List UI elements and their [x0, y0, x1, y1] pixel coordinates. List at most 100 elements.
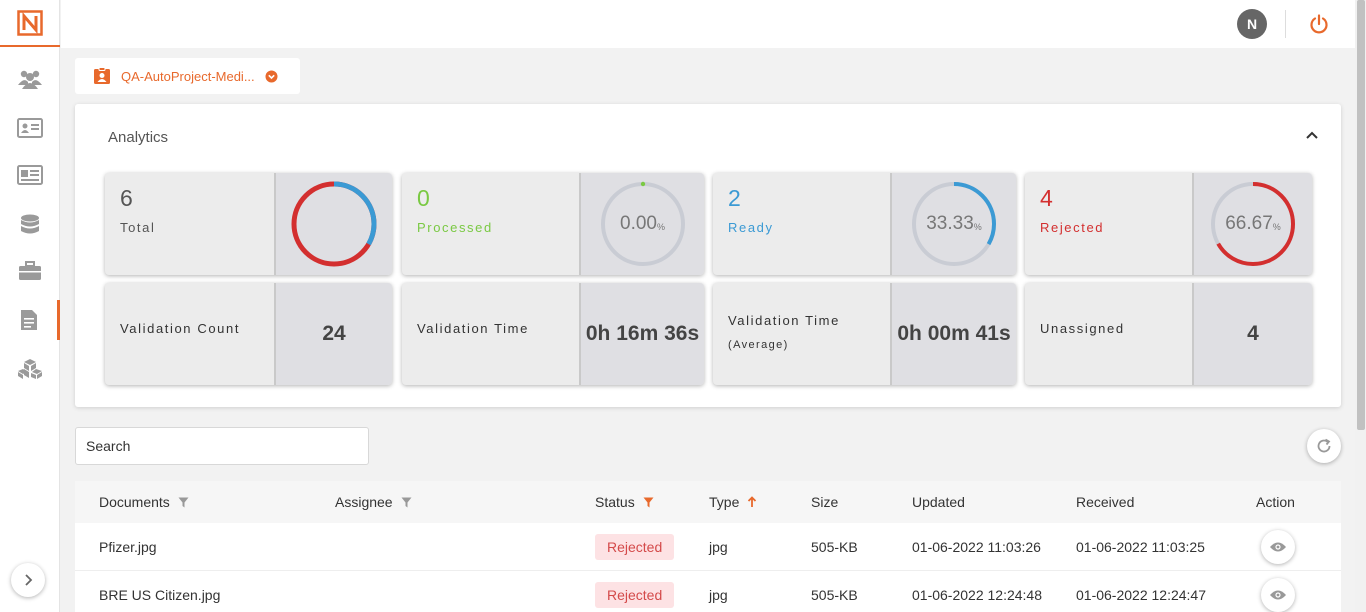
users-icon [18, 70, 42, 89]
filter-icon[interactable] [178, 497, 189, 508]
analytics-panel: Analytics 6 Total 0 Processed 0.00 % 2 R… [75, 104, 1341, 407]
column-assignee[interactable]: Assignee [335, 481, 412, 523]
table-row[interactable]: BRE US Citizen.jpg Rejected jpg 505-KB 0… [75, 571, 1341, 612]
column-received[interactable]: Received [1076, 481, 1134, 523]
project-selector[interactable]: QA-AutoProject-Medi... [75, 58, 300, 94]
processed-label: Processed [417, 220, 493, 235]
scrollbar-thumb[interactable] [1357, 0, 1365, 430]
column-documents-label: Documents [99, 494, 170, 510]
sort-ascending-icon[interactable] [747, 496, 757, 508]
chevron-down-circle-icon [265, 70, 278, 82]
unassigned-value: 4 [1247, 322, 1259, 345]
refresh-button[interactable] [1307, 429, 1341, 463]
nav-users[interactable] [0, 59, 60, 99]
column-type[interactable]: Type [709, 481, 757, 523]
user-avatar[interactable]: N [1237, 9, 1267, 39]
collapse-analytics-button[interactable] [1303, 126, 1321, 144]
newspaper-icon [17, 165, 43, 185]
database-icon [21, 214, 39, 234]
view-button[interactable] [1261, 529, 1295, 564]
metric-card-validation-time-average: Validation Time (Average) 0h 00m 41s [713, 283, 1016, 385]
stat-card-ready: 2 Ready 33.33% [713, 173, 1016, 275]
column-action: Action [1256, 494, 1295, 510]
column-documents[interactable]: Documents [99, 481, 189, 523]
column-status[interactable]: Status [595, 481, 654, 523]
table-row[interactable]: Pfizer.jpg Rejected jpg 505-KB 01-06-202… [75, 523, 1341, 571]
stat-card-total: 6 Total [105, 173, 392, 275]
column-status-label: Status [595, 494, 635, 510]
rejected-percent-unit: % [1272, 222, 1281, 232]
briefcase-icon [19, 261, 41, 280]
cubes-icon [18, 359, 42, 379]
rejected-percent: 66.67 [1225, 213, 1273, 234]
search-input[interactable] [75, 427, 369, 465]
header-divider [1285, 10, 1286, 38]
table-header: Documents Assignee Status Type Size Upda… [75, 481, 1341, 523]
sidebar [0, 0, 60, 612]
nav-cubes[interactable] [0, 349, 60, 389]
ready-percent-unit: % [973, 222, 982, 232]
updated-date: 01-06-2022 11:03:26 [912, 538, 1041, 555]
chevron-up-icon [1306, 131, 1318, 139]
rejected-progress-ring: 66.67% [1208, 179, 1298, 269]
expand-sidebar-button[interactable] [11, 563, 45, 597]
nav-id-card[interactable] [0, 108, 60, 148]
document-size: 505-KB [811, 586, 858, 603]
validation-time-value: 0h 16m 36s [585, 322, 700, 345]
document-type: jpg [709, 538, 728, 555]
filter-active-icon[interactable] [643, 497, 654, 508]
logout-button[interactable] [1307, 12, 1331, 36]
project-badge-icon [94, 67, 110, 84]
nav-database[interactable] [0, 205, 60, 245]
unassigned-label: Unassigned [1040, 321, 1125, 336]
avg-validation-time-sublabel: (Average) [728, 339, 789, 351]
total-label: Total [120, 220, 156, 235]
validation-time-label: Validation Time [417, 321, 529, 336]
id-card-icon [17, 118, 43, 138]
metric-card-validation-time: Validation Time 0h 16m 36s [402, 283, 704, 385]
power-icon [1310, 14, 1328, 34]
document-name[interactable]: BRE US Citizen.jpg [99, 571, 220, 612]
view-button[interactable] [1261, 577, 1295, 612]
validation-count-value: 24 [322, 322, 346, 345]
document-name[interactable]: Pfizer.jpg [99, 523, 157, 570]
received-date: 01-06-2022 12:24:47 [1076, 586, 1206, 603]
metric-card-validation-count: Validation Count 24 [105, 283, 392, 385]
stat-card-processed: 0 Processed 0.00% [402, 173, 704, 275]
eye-icon [1270, 542, 1286, 551]
top-header: N [61, 0, 1355, 48]
nav-file[interactable] [0, 300, 60, 340]
project-name: QA-AutoProject-Medi... [121, 68, 255, 84]
rejected-label: Rejected [1040, 220, 1105, 235]
chevron-right-icon [25, 574, 33, 586]
status-badge: Rejected [595, 533, 675, 560]
processed-count: 0 [417, 185, 430, 211]
rejected-count: 4 [1040, 185, 1053, 211]
ready-percent: 33.33 [926, 213, 974, 234]
validation-count-label: Validation Count [120, 321, 241, 336]
eye-icon [1270, 590, 1286, 599]
updated-date: 01-06-2022 12:24:48 [912, 586, 1042, 603]
ready-label: Ready [728, 220, 774, 235]
analytics-title: Analytics [108, 129, 169, 146]
total-donut-chart [289, 179, 379, 269]
refresh-icon [1317, 438, 1331, 453]
filter-icon[interactable] [401, 497, 412, 508]
column-size[interactable]: Size [811, 481, 838, 523]
processed-progress-ring: 0.00% [598, 179, 688, 269]
app-logo[interactable] [0, 0, 60, 47]
processed-percent: 0.00 [620, 213, 657, 234]
column-assignee-label: Assignee [335, 494, 393, 510]
stat-card-rejected: 4 Rejected 66.67% [1025, 173, 1312, 275]
nav-documents-list[interactable] [0, 155, 60, 195]
nav-briefcase[interactable] [0, 251, 60, 291]
ready-count: 2 [728, 185, 741, 211]
file-text-icon [20, 310, 37, 330]
documents-table: Documents Assignee Status Type Size Upda… [75, 481, 1341, 612]
total-count: 6 [120, 185, 133, 211]
logo-icon [17, 9, 43, 36]
column-type-label: Type [709, 494, 740, 510]
document-size: 505-KB [811, 538, 858, 555]
column-updated[interactable]: Updated [912, 481, 965, 523]
metric-card-unassigned: Unassigned 4 [1025, 283, 1312, 385]
